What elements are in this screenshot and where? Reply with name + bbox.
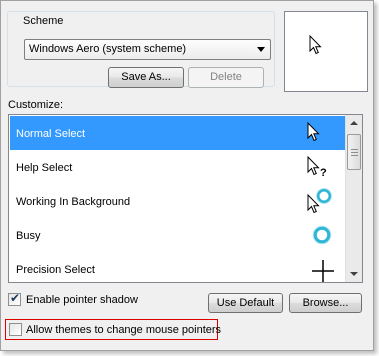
scheme-selected-value: Windows Aero (system scheme) xyxy=(29,43,187,55)
scroll-thumb[interactable] xyxy=(347,134,361,170)
browse-button[interactable]: Browse... xyxy=(289,293,362,313)
pointers-panel: Scheme Windows Aero (system scheme) Save… xyxy=(0,0,374,351)
chevron-down-icon xyxy=(257,47,265,52)
grip-line xyxy=(351,149,358,150)
use-default-label: Use Default xyxy=(216,297,275,309)
list-item[interactable]: Precision Select xyxy=(10,252,346,282)
delete-label: Delete xyxy=(210,71,242,83)
save-as-button[interactable]: Save As... xyxy=(108,67,184,88)
grip-line xyxy=(351,155,358,156)
list-scrollbar[interactable] xyxy=(345,115,362,282)
arrow-cursor-icon xyxy=(309,35,322,55)
grip-line xyxy=(351,152,358,153)
arrow-up-icon xyxy=(350,121,358,125)
themes-label: Allow themes to change mouse pointers xyxy=(26,324,222,336)
scroll-down-button[interactable] xyxy=(346,266,362,282)
list-item-label: Busy xyxy=(16,230,41,242)
list-item-label: Normal Select xyxy=(16,128,86,140)
svg-text:?: ? xyxy=(320,167,327,178)
list-item-label: Help Select xyxy=(16,162,73,174)
scheme-legend: Scheme xyxy=(20,15,67,27)
list-item-label: Working In Background xyxy=(16,196,131,208)
busy-cursor-icon xyxy=(312,225,332,245)
pointer-shadow-label: Enable pointer shadow xyxy=(26,294,138,306)
working-cursor-icon xyxy=(307,188,332,214)
save-as-label: Save As... xyxy=(121,71,171,83)
list-item[interactable]: Help Select ? xyxy=(10,150,346,184)
pointer-shadow-checkbox[interactable]: ✔ xyxy=(8,291,21,306)
list-item-label: Precision Select xyxy=(16,264,95,276)
use-default-button[interactable]: Use Default xyxy=(208,293,283,313)
cursor-preview xyxy=(284,11,368,92)
scheme-dropdown[interactable]: Windows Aero (system scheme) xyxy=(24,39,271,60)
cursor-list[interactable]: Normal Select Help Select ? Working In B… xyxy=(8,114,363,283)
list-item[interactable]: Normal Select xyxy=(10,116,346,150)
list-item[interactable]: Busy xyxy=(10,218,346,252)
arrow-cursor-icon xyxy=(307,122,320,142)
browse-label: Browse... xyxy=(302,297,349,309)
list-item[interactable]: Working In Background xyxy=(10,184,346,218)
crosshair-cursor-icon xyxy=(312,260,334,282)
delete-button[interactable]: Delete xyxy=(188,67,264,88)
scroll-up-button[interactable] xyxy=(346,115,362,131)
customize-label: Customize: xyxy=(8,99,64,111)
help-cursor-icon: ? xyxy=(307,156,327,178)
scheme-group: Scheme Windows Aero (system scheme) Save… xyxy=(7,11,275,88)
themes-checkbox[interactable] xyxy=(9,323,22,336)
arrow-down-icon xyxy=(350,272,358,276)
checkmark-icon: ✔ xyxy=(10,291,21,305)
